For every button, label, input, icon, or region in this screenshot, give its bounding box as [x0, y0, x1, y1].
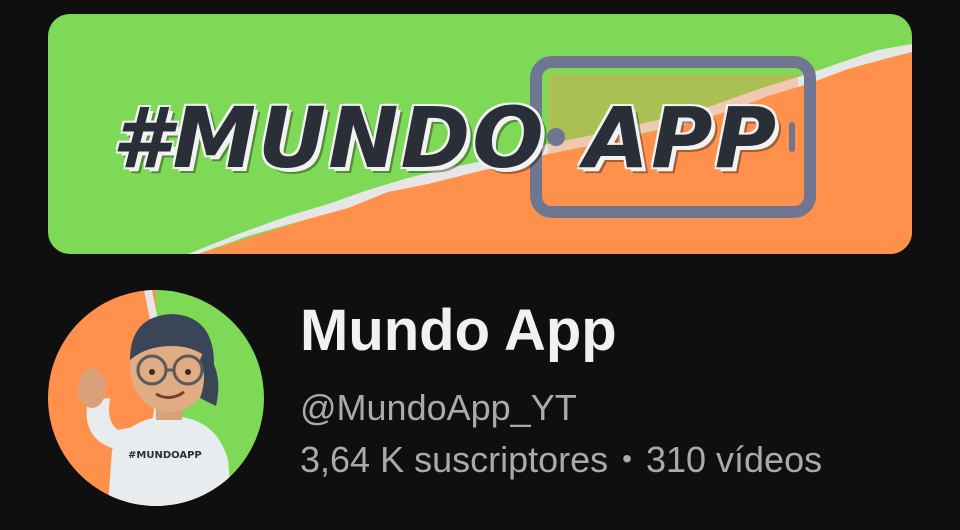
channel-stats: 3,64 K suscriptores • 310 vídeos — [300, 442, 822, 478]
channel-avatar[interactable]: #MUNDOAPP — [48, 290, 264, 506]
subscriber-count: 3,64 K suscriptores — [300, 439, 609, 480]
avatar-image: #MUNDOAPP — [48, 290, 264, 506]
video-count: 310 vídeos — [645, 439, 823, 480]
stats-separator: • — [622, 443, 632, 474]
smartphone-icon — [530, 56, 816, 218]
channel-info: Mundo App @MundoApp_YT 3,64 K suscriptor… — [300, 302, 822, 478]
banner-background — [48, 14, 912, 254]
avatar-shirt-text: #MUNDOAPP — [128, 450, 202, 461]
channel-name[interactable]: Mundo App — [300, 302, 822, 360]
channel-handle: @MundoApp_YT — [300, 387, 577, 428]
channel-banner: #MUNDO APP — [48, 14, 912, 254]
